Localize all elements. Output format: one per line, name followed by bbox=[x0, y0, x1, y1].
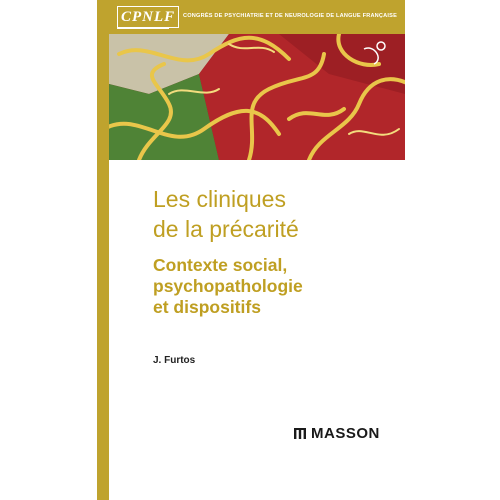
book-subtitle: Contexte social, psychopathologie et dis… bbox=[153, 255, 393, 318]
congress-text: CONGRÈS DE PSYCHIATRIE ET DE NEUROLOGIE … bbox=[183, 13, 398, 19]
cover-artwork bbox=[109, 34, 405, 160]
book-cover: CPNLF CONGRÈS DE PSYCHIATRIE ET DE NEURO… bbox=[97, 0, 405, 500]
spine-band bbox=[97, 0, 109, 500]
book-title: Les cliniques de la précarité bbox=[153, 184, 393, 244]
cpnlf-logo: CPNLF bbox=[117, 6, 180, 28]
title-line-2: de la précarité bbox=[153, 216, 299, 242]
author-name: J. Furtos bbox=[153, 355, 196, 366]
title-line-1: Les cliniques bbox=[153, 186, 286, 212]
publisher-name: MASSON bbox=[311, 425, 380, 442]
subtitle-line-2: psychopathologie bbox=[153, 276, 303, 296]
publisher: MASSON bbox=[293, 425, 380, 442]
logo-underline bbox=[117, 28, 169, 29]
header-band: CPNLF CONGRÈS DE PSYCHIATRIE ET DE NEURO… bbox=[109, 0, 405, 34]
subtitle-line-3: et dispositifs bbox=[153, 297, 261, 317]
subtitle-line-1: Contexte social, bbox=[153, 255, 288, 275]
masson-logo-icon bbox=[294, 428, 306, 439]
